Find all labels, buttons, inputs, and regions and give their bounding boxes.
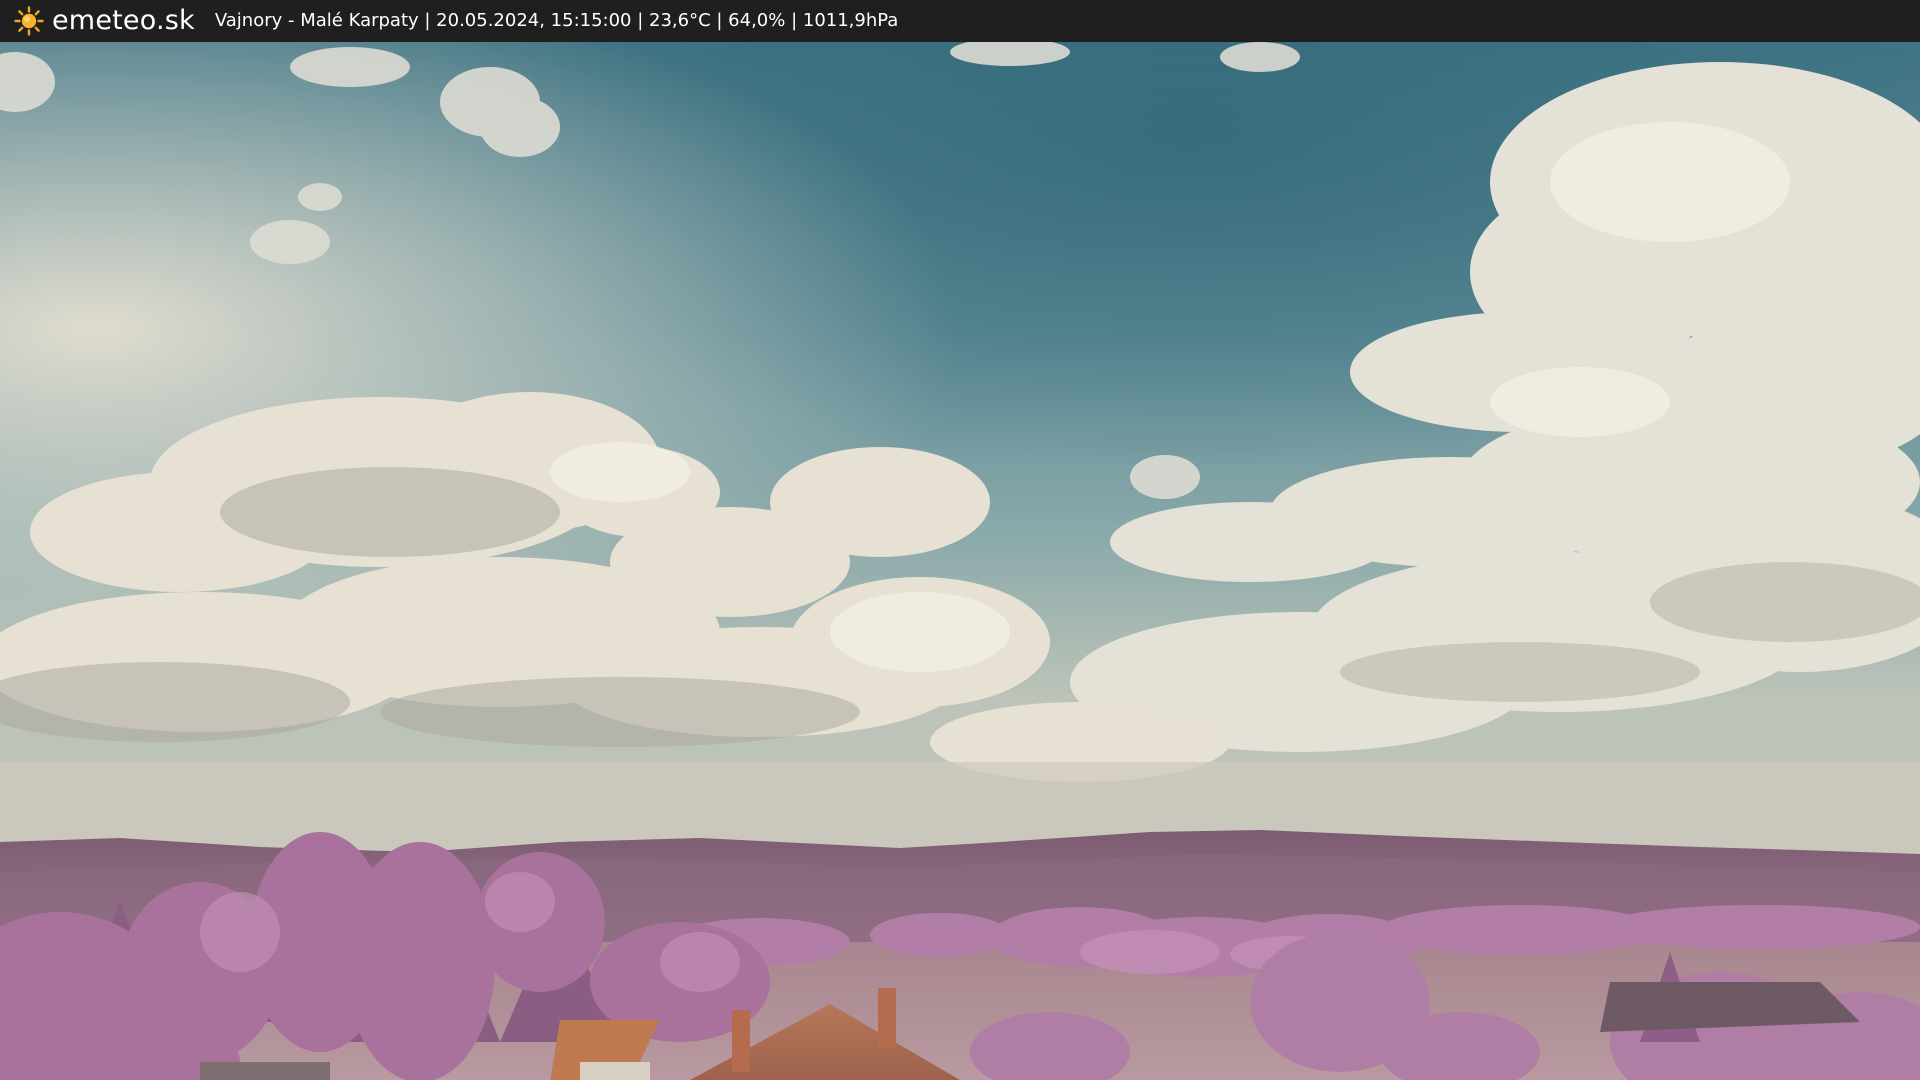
webcam-image (0, 42, 1920, 1080)
brand-logo[interactable]: emeteo.sk (14, 0, 195, 42)
sun-icon (14, 6, 44, 36)
station-caption: Vajnory - Malé Karpaty | 20.05.2024, 15:… (214, 10, 899, 31)
header-bar: emeteo.sk Vajnory - Malé Karpaty | 20.05… (0, 0, 1920, 42)
webcam-frame: emeteo.sk Vajnory - Malé Karpaty | 20.05… (0, 0, 1920, 1080)
brand-name: emeteo.sk (52, 5, 195, 36)
